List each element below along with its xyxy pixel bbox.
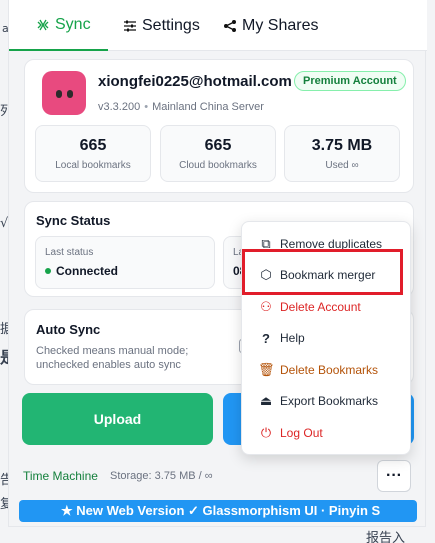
tab-settings[interactable]: Settings xyxy=(108,0,204,51)
menu-item-log-out[interactable]: ⏻ Log Out xyxy=(242,419,412,447)
status-dot-icon xyxy=(45,268,51,274)
stat-label: Local bookmarks xyxy=(55,160,131,171)
question-icon: ? xyxy=(262,330,270,346)
highlight-annotation-box xyxy=(242,249,403,295)
menu-item-delete-account[interactable]: ⚇ Delete Account xyxy=(242,293,412,321)
sync-status-title: Sync Status xyxy=(36,213,111,228)
avatar xyxy=(42,71,86,115)
storage-text: Storage: 3.75 MB / ∞ xyxy=(110,470,213,482)
auto-sync-title: Auto Sync xyxy=(36,322,101,337)
stat-storage-used: 3.75 MB Used ∞ xyxy=(284,125,400,182)
tab-sync[interactable]: Sync xyxy=(9,0,108,51)
menu-item-label: Log Out xyxy=(280,426,323,440)
premium-badge: Premium Account xyxy=(294,71,406,91)
menu-item-label: Delete Bookmarks xyxy=(280,363,379,377)
menu-item-label: Help xyxy=(280,331,305,345)
power-icon: ⏻ xyxy=(260,425,272,440)
version-text: v3.3.200 xyxy=(98,101,141,113)
tab-label: Settings xyxy=(142,16,200,34)
user-delete-icon: ⚇ xyxy=(260,299,272,314)
last-status-box: Last status Connected xyxy=(35,236,215,289)
account-card: xiongfei0225@hotmail.com Premium Account… xyxy=(24,59,414,193)
last-status-value: Connected xyxy=(45,264,118,278)
stat-cloud-bookmarks: 665 Cloud bookmarks xyxy=(160,125,276,182)
tab-label: Sync xyxy=(55,15,91,33)
last-status-caption: Last status xyxy=(45,247,94,258)
sync-icon xyxy=(35,18,51,32)
menu-item-delete-bookmarks[interactable]: 🗑 Delete Bookmarks xyxy=(242,356,412,384)
stat-label: Used ∞ xyxy=(325,160,359,171)
export-icon: ⏏ xyxy=(259,393,273,408)
server-text: Mainland China Server xyxy=(152,101,264,113)
tab-label: My Shares xyxy=(242,16,319,34)
trash-icon: 🗑 xyxy=(258,362,275,377)
stat-value: 665 xyxy=(79,137,107,154)
menu-item-help[interactable]: ? Help xyxy=(242,324,412,352)
share-icon xyxy=(222,19,238,33)
menu-item-export-bookmarks[interactable]: ⏏ Export Bookmarks xyxy=(242,387,412,415)
upload-button[interactable]: Upload xyxy=(22,393,213,445)
announcement-banner[interactable]: ★ New Web Version ✓ Glassmorphism UI · P… xyxy=(19,500,417,522)
menu-item-label: Delete Account xyxy=(280,300,361,314)
menu-item-label: Export Bookmarks xyxy=(280,394,379,408)
stat-value: 3.75 MB xyxy=(311,137,373,154)
more-menu-button[interactable]: ··· xyxy=(377,460,411,492)
auto-sync-description: Checked means manual mode; unchecked ena… xyxy=(36,345,189,371)
tab-my-shares[interactable]: My Shares xyxy=(204,0,318,51)
tab-bar: Sync Settings My Shares xyxy=(9,0,427,51)
stat-local-bookmarks: 665 Local bookmarks xyxy=(35,125,151,182)
sliders-icon xyxy=(122,19,138,33)
bg-text: 报告入 xyxy=(366,531,406,543)
stat-value: 665 xyxy=(204,137,232,154)
account-meta: v3.3.200 • Mainland China Server xyxy=(98,101,264,113)
account-email: xiongfei0225@hotmail.com xyxy=(98,73,292,90)
time-machine-link[interactable]: Time Machine xyxy=(23,469,98,483)
stat-label: Cloud bookmarks xyxy=(179,160,257,171)
